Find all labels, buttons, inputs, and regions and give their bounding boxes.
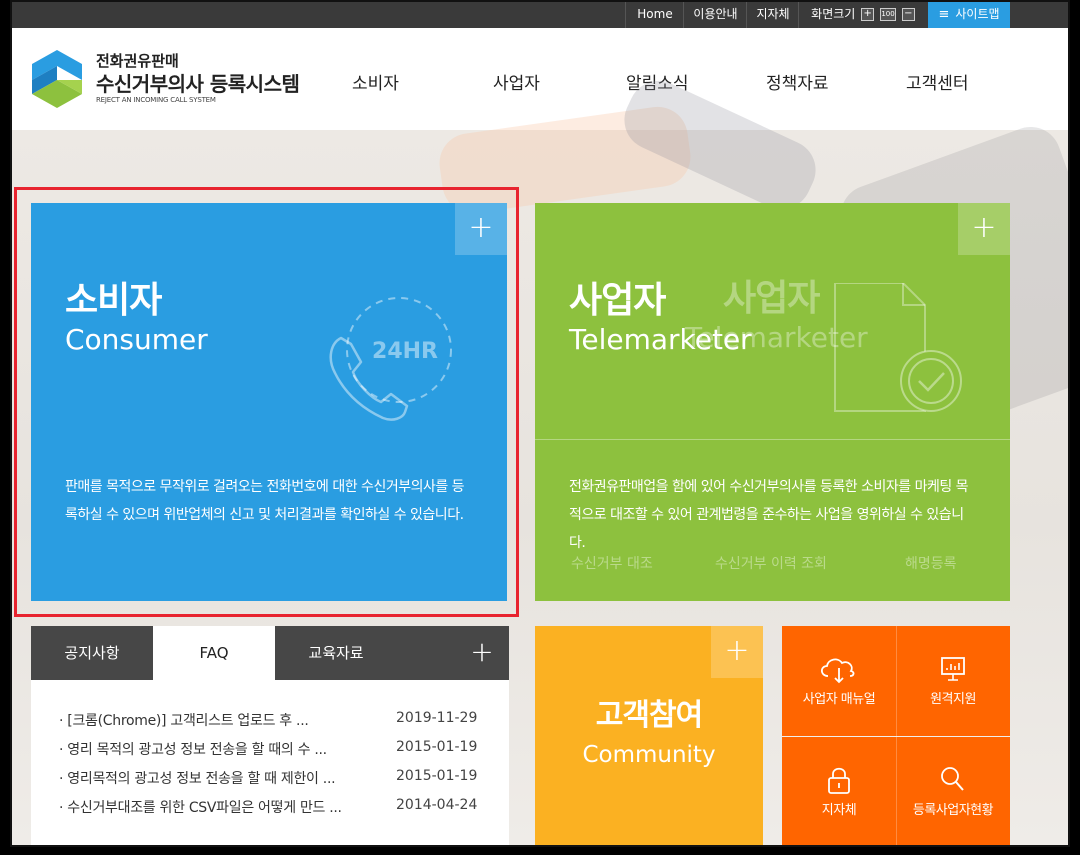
quick-link-label: 원격지원 [930,692,976,707]
browser-viewport: Home 이용안내 지자체 화면크기 + 100 − ≡ 사이트맵 전화권유판매 … [10,0,1070,847]
logo-title-line2: 수신거부의사 등록시스템 [96,72,300,96]
community-subtitle: Community [582,742,716,768]
quick-link-remote-support[interactable]: 원격지원 [896,626,1010,736]
utility-bar: Home 이용안내 지자체 화면크기 + 100 − ≡ 사이트맵 [10,0,1070,28]
faq-item-date: 2015-01-19 [396,739,478,755]
tabs-more-button[interactable]: + [467,626,497,680]
tab-education[interactable]: 교육자료 [275,626,397,680]
faq-item[interactable]: · 수신거부대조를 위한 CSV파일은 어떻게 만드 ... 2014-04-2… [59,797,479,821]
faq-item-date: 2014-04-24 [396,797,478,813]
lock-icon [828,767,850,794]
community-title: 고객참여 [595,698,703,733]
business-description: 전화권유판매업을 함에 있어 수신거부의사를 등록한 소비자를 마케팅 목적으로… [569,479,969,551]
faq-item[interactable]: · 영리 목적의 광고성 정보 전송을 할 때의 수 ... 2015-01-1… [59,739,479,763]
notice-tabs-panel: 공지사항 FAQ 교육자료 + · [크롬(Chrome)] 고객리스트 업로드… [31,626,509,847]
menu-icon: ≡ [938,7,950,22]
site-header: 전화권유판매 수신거부의사 등록시스템 REJECT AN INCOMING C… [10,28,1070,130]
zoom-out-button[interactable]: − [901,8,915,21]
guide-link[interactable]: 이용안내 [683,0,747,28]
community-tile[interactable]: + 고객참여 Community [535,626,763,847]
business-divider [535,439,1010,440]
quick-link-registered-business[interactable]: 등록사업자현황 [896,737,1010,847]
business-more-button[interactable]: + [958,203,1010,255]
zoom-in-button[interactable]: + [861,8,875,21]
nav-consumer[interactable]: 소비자 [352,69,399,94]
consumer-title: 소비자 [65,280,162,321]
zoom-reset-button[interactable]: 100 [880,8,896,21]
consumer-tile[interactable]: + 소비자 Consumer 24HR 판매를 목적으로 무작위로 걸려오는 전… [31,203,507,601]
monitor-icon [941,657,965,681]
logo-icon[interactable] [32,50,82,108]
phone-24hr-icon: 24HR [329,297,452,421]
quick-link-manual[interactable]: 사업자 매뉴얼 [782,626,896,736]
24hr-badge: 24HR [372,339,438,364]
home-link[interactable]: Home [625,0,684,28]
local-gov-link[interactable]: 지자체 [746,0,799,28]
quick-link-local-gov[interactable]: 지자체 [782,737,896,847]
faq-item[interactable]: · [크롬(Chrome)] 고객리스트 업로드 후 ... 2019-11-2… [59,710,479,734]
faq-item-title[interactable]: · [크롬(Chrome)] 고객리스트 업로드 후 ... [59,710,309,730]
faq-item-date: 2019-11-29 [396,710,478,726]
faq-item-date: 2015-01-19 [396,768,478,784]
faq-item[interactable]: · 영리목적의 광고성 정보 전송을 할 때 제한이 ... 2015-01-1… [59,768,479,792]
search-icon [941,767,964,791]
quick-grid-divider [782,736,1010,737]
sitemap-button[interactable]: ≡ 사이트맵 [928,0,1010,28]
cloud-download-icon [820,658,855,684]
quick-link-label: 사업자 매뉴얼 [802,692,876,707]
business-title: 사업자 [569,280,666,321]
consumer-subtitle: Consumer [65,323,208,356]
consumer-more-button[interactable]: + [455,203,507,255]
business-subtitle: Telemarketer [569,323,752,356]
consumer-description: 판매를 목적으로 무작위로 걸려오는 전화번호에 대한 수신거부의사를 등록하실… [65,479,465,523]
quick-link-label: 등록사업자현황 [912,803,994,818]
faq-item-title[interactable]: · 수신거부대조를 위한 CSV파일은 어떻게 만드 ... [59,797,342,817]
business-tile[interactable]: + 사업자 Telemarketer 사업자 Telemarketer 수신거부… [535,203,1010,601]
faq-item-title[interactable]: · 영리 목적의 광고성 정보 전송을 할 때의 수 ... [59,739,327,759]
tab-notices[interactable]: 공지사항 [31,626,153,680]
nav-customer-center[interactable]: 고객센터 [906,69,969,94]
tab-faq[interactable]: FAQ [153,626,275,680]
quick-link-label: 지자체 [821,803,857,818]
business-ghost-title: 사업자 [723,278,820,319]
nav-policy[interactable]: 정책자료 [766,69,829,94]
screen-size-control: 화면크기 + 100 − [798,0,927,28]
faq-item-title[interactable]: · 영리목적의 광고성 정보 전송을 할 때 제한이 ... [59,768,336,788]
nav-business[interactable]: 사업자 [493,69,540,94]
screen-size-label: 화면크기 [811,7,856,21]
document-check-icon [834,283,962,412]
logo-subtitle: REJECT AN INCOMING CALL SYSTEM [96,96,216,104]
community-more-button[interactable]: + [711,626,763,678]
sitemap-label: 사이트맵 [955,7,1000,21]
